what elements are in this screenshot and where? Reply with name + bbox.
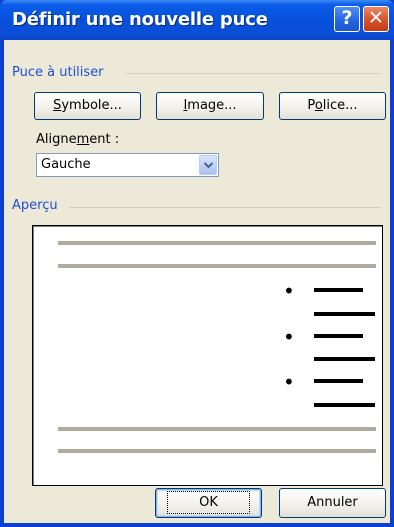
image-button[interactable]: Image...: [156, 92, 264, 120]
dialog-body: Puce à utiliser Symbole... Image... Poli…: [4, 40, 390, 523]
preview-gray-line: [58, 449, 376, 453]
help-button[interactable]: ?: [334, 6, 360, 32]
preview-text-line: [314, 288, 363, 292]
preview-canvas: • • •: [58, 241, 376, 453]
alignment-label-mnemonic: m: [76, 132, 90, 147]
chevron-down-icon: [204, 162, 213, 169]
symbol-button-label: ymbole...: [61, 98, 122, 113]
alignment-value: Gauche: [41, 157, 91, 172]
ok-button-label: OK: [167, 491, 250, 514]
alignment-label-start: Aligne: [36, 132, 77, 147]
cancel-button-label: Annuler: [307, 495, 358, 510]
symbol-button[interactable]: Symbole...: [34, 92, 141, 120]
preview-gray-line: [58, 264, 376, 268]
preview-gray-line: [58, 427, 376, 431]
alignment-label-end: ent :: [89, 132, 120, 147]
alignment-select[interactable]: Gauche: [36, 153, 219, 177]
preview-bullet: •: [283, 279, 295, 303]
help-icon: ?: [341, 7, 353, 29]
preview-bullet: •: [283, 370, 295, 394]
font-button-label-start: P: [307, 98, 315, 113]
image-button-label: mage...: [187, 98, 237, 113]
preview-group-label: Aperçu: [12, 198, 58, 213]
cancel-button[interactable]: Annuler: [279, 488, 386, 518]
dialog-window: Définir une nouvelle puce ? ✕ Puce à uti…: [0, 0, 394, 527]
title-bar[interactable]: Définir une nouvelle puce ? ✕: [0, 0, 394, 40]
preview-pane: • • •: [32, 225, 383, 486]
font-button-mnemonic: o: [314, 98, 323, 113]
font-button-label: lice...: [322, 98, 358, 113]
group-divider: [126, 73, 381, 74]
preview-text-line: [314, 403, 375, 407]
dropdown-button[interactable]: [199, 155, 217, 175]
bullet-group-label: Puce à utiliser: [12, 65, 104, 80]
preview-bullet: •: [283, 325, 295, 349]
close-button[interactable]: ✕: [363, 6, 389, 32]
close-icon: ✕: [368, 7, 384, 29]
preview-text-line: [314, 357, 375, 361]
ok-button[interactable]: OK: [155, 488, 262, 518]
preview-text-line: [314, 312, 375, 316]
preview-text-line: [314, 379, 363, 383]
alignment-label: Alignement :: [36, 132, 119, 147]
font-button[interactable]: Police...: [279, 92, 386, 120]
preview-divider: [69, 207, 381, 208]
dialog-title: Définir une nouvelle puce: [12, 9, 268, 30]
preview-gray-line: [58, 241, 376, 245]
preview-text-line: [314, 334, 363, 338]
